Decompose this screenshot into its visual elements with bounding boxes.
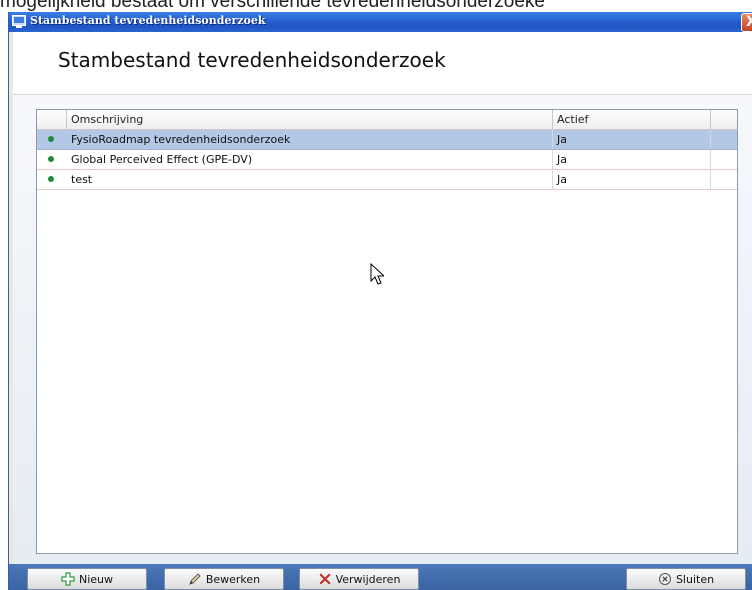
button-bar: Nieuw Bewerken Verwijderen Sluiten [9,564,752,590]
dialog-window: Stambestand tevredenheidsonderzoek X Sta… [8,12,752,590]
delete-button-label: Verwijderen [335,572,401,586]
window-close-button[interactable]: X [741,13,752,32]
close-button-label: Sluiten [675,572,715,586]
column-header-omschrijving[interactable]: Omschrijving [67,110,553,129]
edit-button[interactable]: Bewerken [164,568,284,590]
cell-actief: Ja [553,170,711,189]
green-plus-icon [61,572,75,586]
pencil-icon [189,573,201,585]
window-title: Stambestand tevredenheidsonderzoek [30,14,266,27]
close-button[interactable]: Sluiten [626,568,746,590]
column-header-actief[interactable]: Actief [553,110,711,129]
table-row[interactable]: test Ja [37,170,737,190]
cell-actief: Ja [553,130,711,149]
page-title: Stambestand tevredenheidsonderzoek [58,48,446,72]
title-bar[interactable]: Stambestand tevredenheidsonderzoek X [9,12,752,32]
mouse-cursor-icon [370,263,384,285]
status-dot-icon [48,156,54,162]
content-area: Omschrijving Actief FysioRoadmap tevrede… [13,95,752,564]
data-grid[interactable]: Omschrijving Actief FysioRoadmap tevrede… [36,109,738,554]
cell-omschrijving: test [67,170,553,189]
page-header: Stambestand tevredenheidsonderzoek [13,32,752,95]
circle-x-icon [658,573,671,585]
app-window-icon [12,15,26,28]
cell-actief: Ja [553,150,711,169]
edit-button-label: Bewerken [205,572,261,586]
cell-omschrijving: Global Perceived Effect (GPE-DV) [67,150,553,169]
status-dot-icon [48,136,54,142]
grid-header: Omschrijving Actief [37,110,737,130]
delete-button[interactable]: Verwijderen [299,568,419,590]
grid-header-indicator [37,110,67,129]
new-button[interactable]: Nieuw [27,568,147,590]
table-row[interactable]: FysioRoadmap tevredenheidsonderzoek Ja [37,130,737,150]
cell-omschrijving: FysioRoadmap tevredenheidsonderzoek [67,130,553,149]
table-row[interactable]: Global Perceived Effect (GPE-DV) Ja [37,150,737,170]
new-button-label: Nieuw [78,572,114,586]
status-dot-icon [48,176,54,182]
red-x-icon [319,573,331,585]
